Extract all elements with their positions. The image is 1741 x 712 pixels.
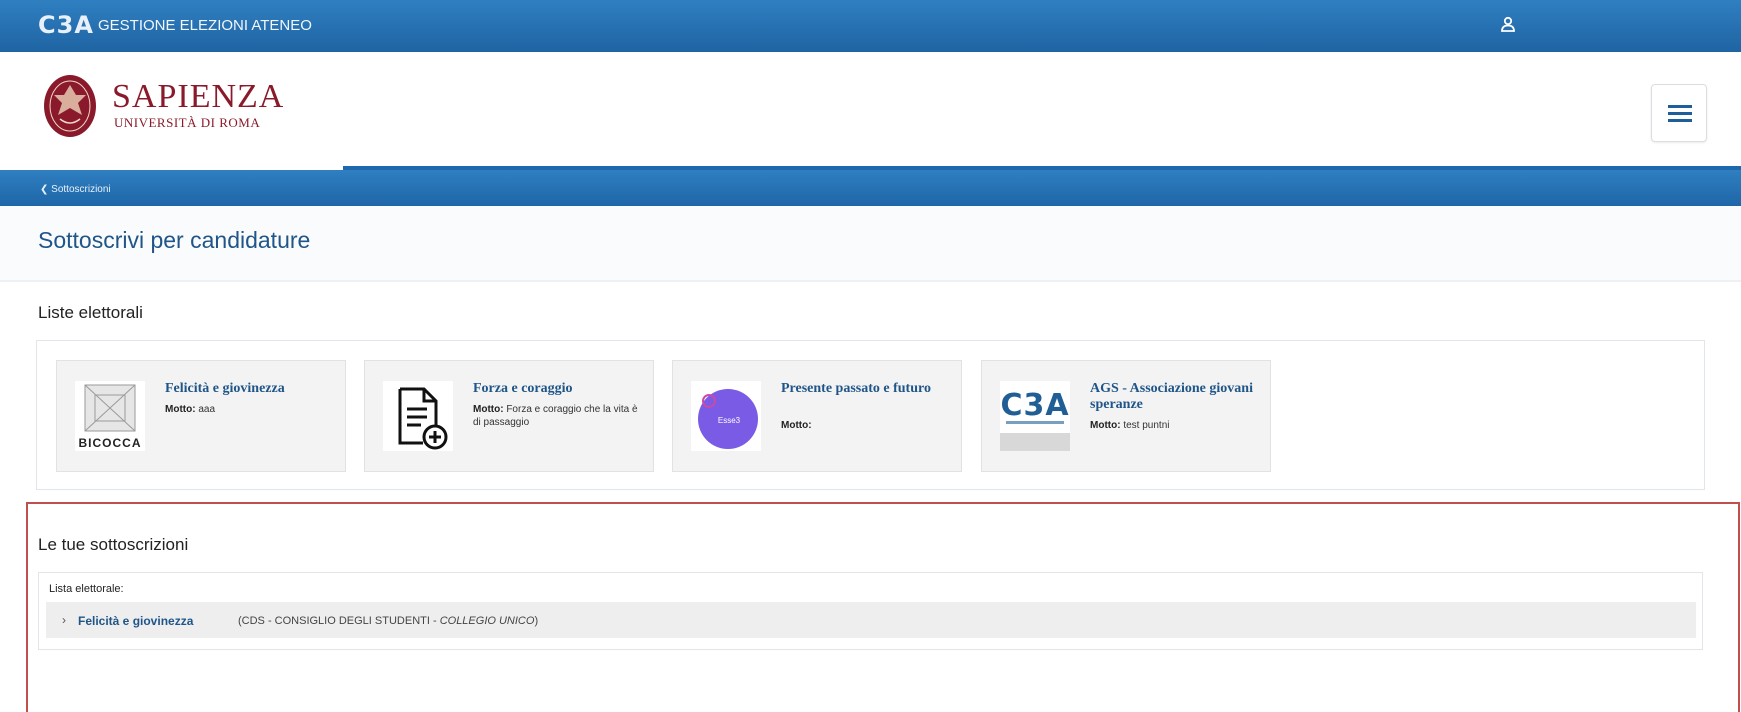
list-name[interactable]: Forza e coraggio xyxy=(473,381,643,397)
hamburger-icon-line xyxy=(1668,119,1692,122)
c3a-logo: C3A xyxy=(1000,381,1070,451)
motto-label: Motto: xyxy=(473,404,504,415)
lists-section-title: Liste elettorali xyxy=(38,303,143,322)
sapienza-seal-logo[interactable] xyxy=(42,73,98,139)
subscriptions-list-label: Lista elettorale: xyxy=(49,583,124,595)
motto-text: aaa xyxy=(198,404,216,415)
hamburger-icon xyxy=(1668,105,1692,108)
purple-circle-logo: Esse3 xyxy=(691,381,761,451)
subscription-desc-suffix: ) xyxy=(534,615,539,627)
list-motto: Motto: aaa xyxy=(165,403,335,416)
list-motto: Motto: xyxy=(781,419,951,432)
list-name[interactable]: Presente passato e futuro xyxy=(781,381,951,397)
motto-label: Motto: xyxy=(1090,420,1121,431)
subscription-desc-prefix: (CDS - CONSIGLIO DEGLI STUDENTI - xyxy=(238,615,440,627)
list-name[interactable]: Felicità e giovinezza xyxy=(165,381,335,397)
motto-label: Motto: xyxy=(781,420,812,431)
esse3-logo-text: Esse3 xyxy=(718,416,741,425)
c3a-logo[interactable]: C3A xyxy=(38,12,94,38)
list-card[interactable]: Esse3 Presente passato e futuro Motto: xyxy=(672,360,962,472)
user-icon[interactable] xyxy=(1499,16,1517,34)
subscription-desc-college: COLLEGIO UNICO xyxy=(439,615,535,627)
university-subtitle: UNIVERSITÀ DI ROMA xyxy=(114,115,261,130)
breadcrumb-bar xyxy=(0,170,1741,206)
breadcrumb-back-link[interactable]: Sottoscrizioni xyxy=(51,184,110,195)
subscription-row[interactable]: › Felicità e giovinezza (CDS - CONSIGLIO… xyxy=(46,602,1696,638)
list-card[interactable]: C3A AGS - Associazione giovani speranze … xyxy=(981,360,1271,472)
motto-label: Motto: xyxy=(165,404,196,415)
page-title: Sottoscrivi per candidature xyxy=(38,227,311,253)
menu-button[interactable] xyxy=(1651,84,1707,142)
subscription-list-name[interactable]: Felicità e giovinezza xyxy=(78,614,193,628)
motto-text: test puntni xyxy=(1123,420,1170,431)
bicocca-logo-text: BICOCCA xyxy=(79,436,142,450)
university-name[interactable]: SAPIENZA xyxy=(112,80,284,114)
top-bar: C3A GESTIONE ELEZIONI ATENEO xyxy=(0,0,1741,52)
subscription-list-description: (CDS - CONSIGLIO DEGLI STUDENTI - COLLEG… xyxy=(238,614,538,628)
list-card[interactable]: Forza e coraggio Motto: Forza e coraggio… xyxy=(364,360,654,472)
document-add-icon xyxy=(383,381,453,451)
chevron-right-icon[interactable]: › xyxy=(62,613,66,627)
app-title[interactable]: GESTIONE ELEZIONI ATENEO xyxy=(98,17,312,35)
list-card[interactable]: BICOCCA Felicità e giovinezza Motto: aaa xyxy=(56,360,346,472)
bicocca-logo: BICOCCA xyxy=(75,381,145,451)
subscriptions-title: Le tue sottoscrizioni xyxy=(38,535,189,554)
hamburger-icon-line xyxy=(1668,112,1692,115)
list-motto: Motto: test puntni xyxy=(1090,419,1260,432)
list-motto: Motto: Forza e coraggio che la vita è di… xyxy=(473,403,643,429)
chevron-left-icon: ❮ xyxy=(40,184,49,195)
breadcrumb[interactable]: ❮ Sottoscrizioni xyxy=(40,184,111,196)
list-name[interactable]: AGS - Associazione giovani speranze xyxy=(1090,381,1260,413)
c3a-logo-text: C3A xyxy=(1000,388,1069,423)
